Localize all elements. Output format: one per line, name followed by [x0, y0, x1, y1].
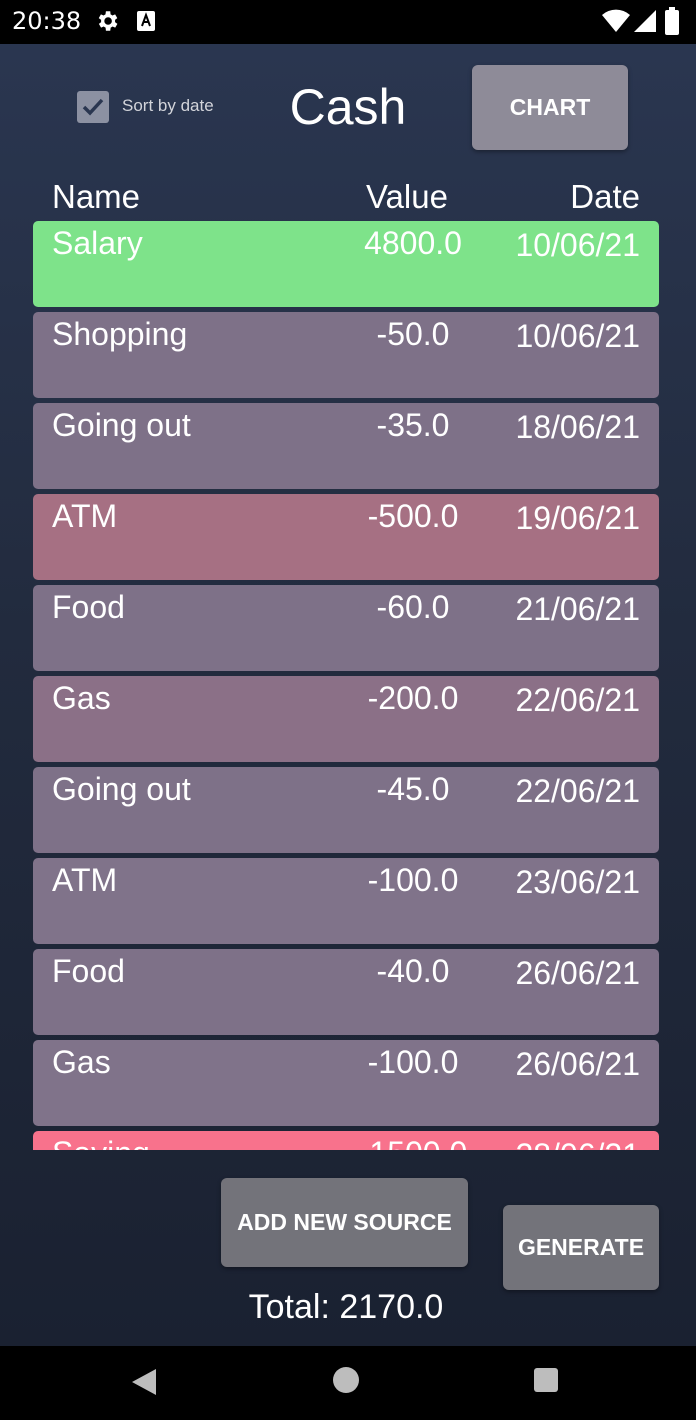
total-label: Total: 2170.0 — [248, 1288, 444, 1326]
column-header-value: Value — [366, 178, 448, 215]
table-row[interactable]: ATM -500.0 19/06/21 — [33, 494, 659, 580]
gear-icon — [98, 11, 118, 31]
row-value: -50.0 — [376, 316, 450, 352]
row-name: Saving — [52, 1135, 150, 1150]
row-date: 28/06/21 — [500, 1135, 640, 1150]
row-name: Food — [52, 953, 125, 989]
row-value: -45.0 — [376, 771, 450, 807]
navigation-bar — [0, 1346, 696, 1420]
table-row[interactable]: Food -60.0 21/06/21 — [33, 585, 659, 671]
column-header-name: Name — [52, 178, 141, 215]
row-name: Salary — [52, 225, 143, 261]
row-name: Gas — [52, 1044, 111, 1080]
table-row[interactable]: Gas -100.0 26/06/21 — [33, 1040, 659, 1126]
table-row[interactable]: Salary 4800.0 10/06/21 — [33, 221, 659, 307]
generate-button[interactable]: GENERATE — [503, 1205, 659, 1290]
a-badge-icon — [137, 11, 155, 31]
home-icon[interactable] — [333, 1367, 359, 1393]
table-row[interactable]: Going out -45.0 22/06/21 — [33, 767, 659, 853]
battery-icon — [665, 7, 679, 35]
row-value: -100.0 — [367, 862, 459, 898]
row-date: 26/06/21 — [515, 955, 640, 991]
row-name: Food — [52, 589, 125, 625]
table-row[interactable]: Food -40.0 26/06/21 — [33, 949, 659, 1035]
row-name: ATM — [52, 862, 118, 898]
table-row[interactable]: Shopping -50.0 10/06/21 — [33, 312, 659, 398]
table-row[interactable]: Saving -1500.0 28/06/21 — [33, 1131, 659, 1150]
row-value: -1500.0 — [333, 1135, 493, 1150]
row-name: Shopping — [52, 316, 188, 352]
row-value: -60.0 — [376, 589, 450, 625]
row-date: 19/06/21 — [515, 500, 640, 536]
table-row[interactable]: Gas -200.0 22/06/21 — [33, 676, 659, 762]
row-date: 26/06/21 — [515, 1046, 640, 1082]
row-name: ATM — [52, 498, 118, 534]
row-name: Gas — [52, 680, 111, 716]
row-date: 22/06/21 — [515, 773, 640, 809]
column-header-date: Date — [570, 178, 640, 215]
row-value: -40.0 — [376, 953, 450, 989]
row-date: 21/06/21 — [515, 591, 640, 627]
row-value: -500.0 — [367, 498, 459, 534]
row-value: -100.0 — [367, 1044, 459, 1080]
transaction-list[interactable]: Salary 4800.0 10/06/21 Shopping -50.0 10/06/2… — [33, 221, 659, 1150]
row-date: 10/06/21 — [515, 318, 640, 354]
row-date: 22/06/21 — [515, 682, 640, 718]
status-bar: 20:38 — [0, 0, 696, 44]
back-icon[interactable] — [130, 1367, 158, 1397]
wifi-icon — [602, 9, 630, 32]
status-time: 20:38 — [12, 7, 82, 35]
row-value: -35.0 — [376, 407, 450, 443]
row-date: 18/06/21 — [515, 409, 640, 445]
row-value: -200.0 — [367, 680, 459, 716]
row-name: Going out — [52, 407, 191, 443]
chart-button[interactable]: CHART — [472, 65, 628, 150]
table-row[interactable]: ATM -100.0 23/06/21 — [33, 858, 659, 944]
signal-icon — [634, 10, 656, 32]
table-header: Name Value Date — [0, 178, 696, 218]
recent-apps-icon[interactable] — [534, 1368, 558, 1392]
add-new-source-button[interactable]: ADD NEW SOURCE — [221, 1178, 468, 1267]
row-name: Going out — [52, 771, 191, 807]
app-screen: Sort by date Cash CHART Name Value Date … — [0, 44, 696, 1346]
table-row[interactable]: Going out -35.0 18/06/21 — [33, 403, 659, 489]
row-value: 4800.0 — [364, 225, 462, 261]
row-date: 10/06/21 — [515, 227, 640, 263]
row-date: 23/06/21 — [515, 864, 640, 900]
